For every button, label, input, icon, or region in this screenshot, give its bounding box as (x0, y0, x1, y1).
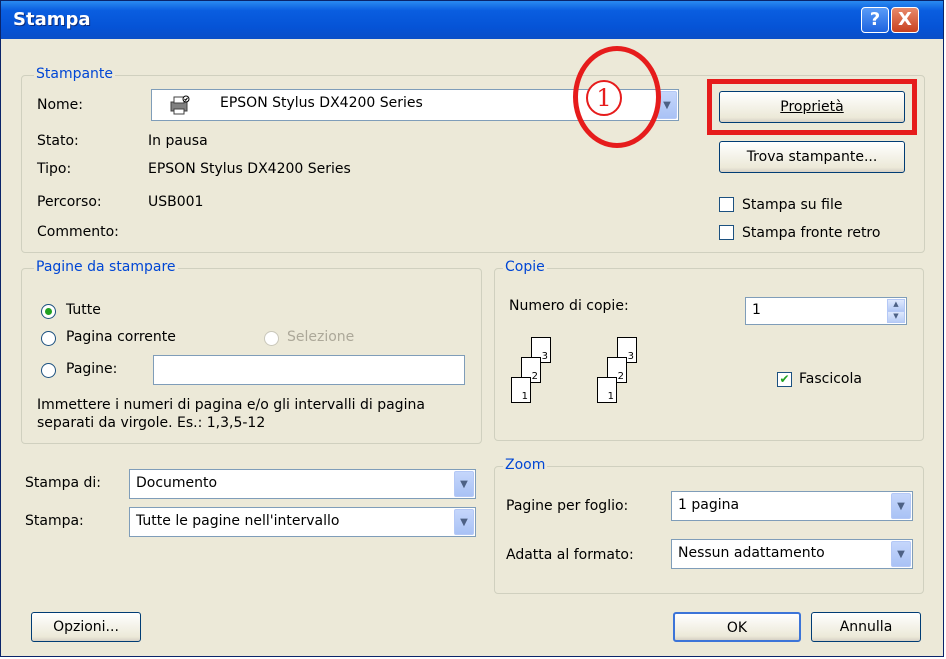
path-label: Percorso: (37, 194, 102, 210)
print-range-value: Tutte le pagine nell'intervallo (136, 513, 340, 529)
status-label: Stato: (37, 133, 79, 149)
all-pages-radio[interactable] (41, 304, 56, 319)
cancel-button[interactable]: Annulla (811, 612, 921, 642)
chevron-down-icon[interactable]: ▼ (454, 471, 474, 497)
print-to-file-label[interactable]: Stampa su file (742, 197, 842, 213)
page-range-help-line2: separati da virgole. Es.: 1,3,5-12 (37, 415, 266, 431)
window-title: Stampa (13, 9, 91, 30)
type-value: EPSON Stylus DX4200 Series (148, 161, 351, 177)
collate-checkbox[interactable]: ✔ (777, 372, 792, 387)
duplex-label[interactable]: Stampa fronte retro (742, 225, 880, 241)
pages-group-label: Pagine da stampare (34, 259, 178, 275)
current-page-radio[interactable] (41, 331, 56, 346)
path-value: USB001 (148, 194, 204, 210)
comment-label: Commento: (37, 224, 119, 240)
scale-value: Nessun adattamento (678, 545, 825, 561)
chevron-down-icon[interactable]: ▼ (891, 541, 911, 567)
scale-label: Adatta al formato: (506, 547, 634, 563)
type-label: Tipo: (37, 161, 72, 177)
print-what-label: Stampa di: (25, 475, 102, 491)
pages-per-sheet-value: 1 pagina (678, 497, 740, 513)
print-what-select[interactable]: Documento ▼ (129, 469, 476, 499)
print-to-file-checkbox[interactable] (719, 197, 734, 212)
chevron-down-icon[interactable]: ▼ (454, 509, 474, 535)
copies-count-spinner[interactable]: 1 ▲ ▼ (745, 297, 907, 325)
title-bar[interactable]: Stampa ? X (1, 1, 943, 39)
copies-count-value: 1 (752, 302, 761, 318)
copies-group-label: Copie (503, 259, 547, 275)
find-printer-button[interactable]: Trova stampante... (719, 141, 905, 173)
selection-label: Selezione (287, 329, 355, 345)
page-icon: 1 (511, 377, 531, 403)
close-button[interactable]: X (891, 7, 919, 33)
spin-up-icon[interactable]: ▲ (887, 299, 905, 311)
current-page-label[interactable]: Pagina corrente (66, 329, 176, 345)
duplex-checkbox[interactable] (719, 225, 734, 240)
printer-name-label: Nome: (37, 97, 84, 113)
annotation-highlight-box (707, 79, 917, 135)
help-button[interactable]: ? (861, 7, 889, 33)
copies-count-label: Numero di copie: (509, 298, 629, 314)
scale-select[interactable]: Nessun adattamento ▼ (671, 539, 913, 569)
options-button[interactable]: Opzioni... (31, 612, 141, 642)
print-range-label: Stampa: (25, 513, 84, 529)
pages-per-sheet-label: Pagine per foglio: (506, 498, 629, 514)
page-range-label[interactable]: Pagine: (66, 361, 117, 377)
copies-group: Copie (494, 259, 924, 441)
print-range-select[interactable]: Tutte le pagine nell'intervallo ▼ (129, 507, 476, 537)
annotation-marker-number: 1 (586, 80, 622, 116)
spin-down-icon[interactable]: ▼ (887, 311, 905, 323)
collate-label[interactable]: Fascicola (799, 371, 862, 387)
print-what-value: Documento (136, 475, 218, 491)
ok-button[interactable]: OK (673, 612, 801, 642)
pages-per-sheet-select[interactable]: 1 pagina ▼ (671, 491, 913, 521)
printer-name-value: EPSON Stylus DX4200 Series (220, 95, 423, 111)
all-pages-label[interactable]: Tutte (66, 302, 101, 318)
zoom-group: Zoom (494, 457, 924, 594)
status-value: In pausa (148, 133, 208, 149)
printer-group-label: Stampante (34, 66, 116, 82)
zoom-group-label: Zoom (503, 457, 548, 473)
page-range-help-line1: Immettere i numeri di pagina e/o gli int… (37, 397, 425, 413)
page-range-radio[interactable] (41, 363, 56, 378)
chevron-down-icon[interactable]: ▼ (891, 493, 911, 519)
page-range-input[interactable] (153, 355, 465, 385)
printer-icon (168, 94, 190, 116)
page-icon: 1 (597, 377, 617, 403)
selection-radio[interactable] (264, 331, 279, 346)
